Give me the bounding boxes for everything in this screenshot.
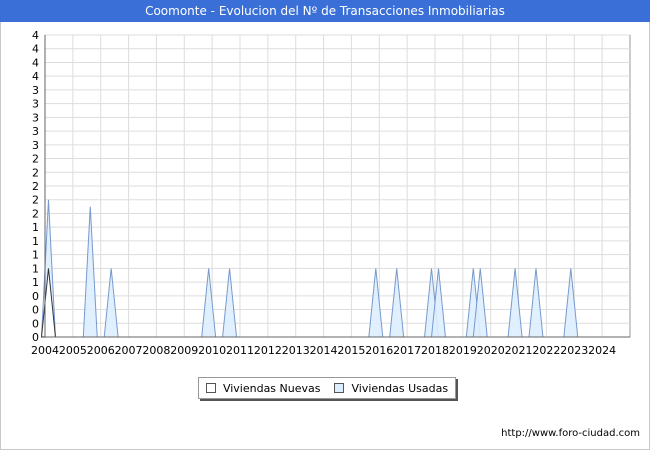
x-tick-label: 2022	[532, 344, 560, 357]
x-tick-label: 2008	[142, 344, 170, 357]
x-tick-label: 2009	[170, 344, 198, 357]
x-tick-label: 2010	[198, 344, 226, 357]
y-tick-label: 4	[32, 43, 39, 56]
x-tick-label: 2004	[31, 344, 59, 357]
x-tick-label: 2019	[449, 344, 477, 357]
y-tick-label: 2	[32, 153, 39, 166]
x-tick-label: 2012	[254, 344, 282, 357]
y-tick-label: 3	[32, 98, 39, 111]
x-tick-label: 2006	[87, 344, 115, 357]
y-tick-label: 2	[32, 194, 39, 207]
legend-item-usadas: Viviendas Usadas	[334, 382, 448, 395]
x-tick-label: 2005	[59, 344, 87, 357]
y-tick-label: 1	[32, 249, 39, 262]
y-tick-label: 3	[32, 125, 39, 138]
x-tick-label: 2007	[115, 344, 143, 357]
y-tick-label: 1	[32, 276, 39, 289]
x-tick-label: 2015	[337, 344, 365, 357]
y-tick-label: 2	[32, 166, 39, 179]
y-tick-label: 3	[32, 84, 39, 97]
legend-item-nuevas: Viviendas Nuevas	[205, 381, 321, 395]
y-tick-label: 2	[32, 180, 39, 193]
y-tick-label: 1	[32, 221, 39, 234]
x-tick-label: 2023	[560, 344, 588, 357]
x-tick-label: 2011	[226, 344, 254, 357]
x-tick-label: 2013	[282, 344, 310, 357]
legend-swatch-usadas	[334, 383, 345, 393]
y-tick-label: 2	[32, 207, 39, 220]
x-tick-label: 2021	[505, 344, 533, 357]
y-tick-label: 1	[32, 235, 39, 248]
legend-label-usadas: Viviendas Usadas	[351, 381, 449, 395]
x-tick-label: 2017	[393, 344, 421, 357]
x-tick-label: 2018	[421, 344, 449, 357]
footer-url[interactable]: http://www.foro-ciudad.com	[501, 428, 640, 439]
y-tick-label: 3	[32, 111, 39, 124]
y-tick-label: 0	[32, 331, 39, 344]
y-tick-label: 3	[32, 139, 39, 152]
y-tick-label: 0	[32, 290, 39, 303]
y-tick-label: 1	[32, 262, 39, 275]
legend-swatch-nuevas	[205, 383, 216, 393]
y-tick-label: 4	[32, 70, 39, 83]
x-tick-label: 2016	[365, 344, 393, 357]
x-tick-label: 2024	[588, 344, 616, 357]
y-tick-label: 0	[32, 317, 39, 330]
x-tick-label: 2014	[310, 344, 338, 357]
chart-legend: Viviendas Nuevas Viviendas Usadas	[198, 377, 456, 399]
y-tick-label: 4	[32, 56, 39, 69]
y-tick-label: 4	[32, 29, 39, 42]
y-tick-label: 0	[32, 304, 39, 317]
x-tick-label: 2020	[477, 344, 505, 357]
legend-label-nuevas: Viviendas Nuevas	[222, 381, 321, 395]
